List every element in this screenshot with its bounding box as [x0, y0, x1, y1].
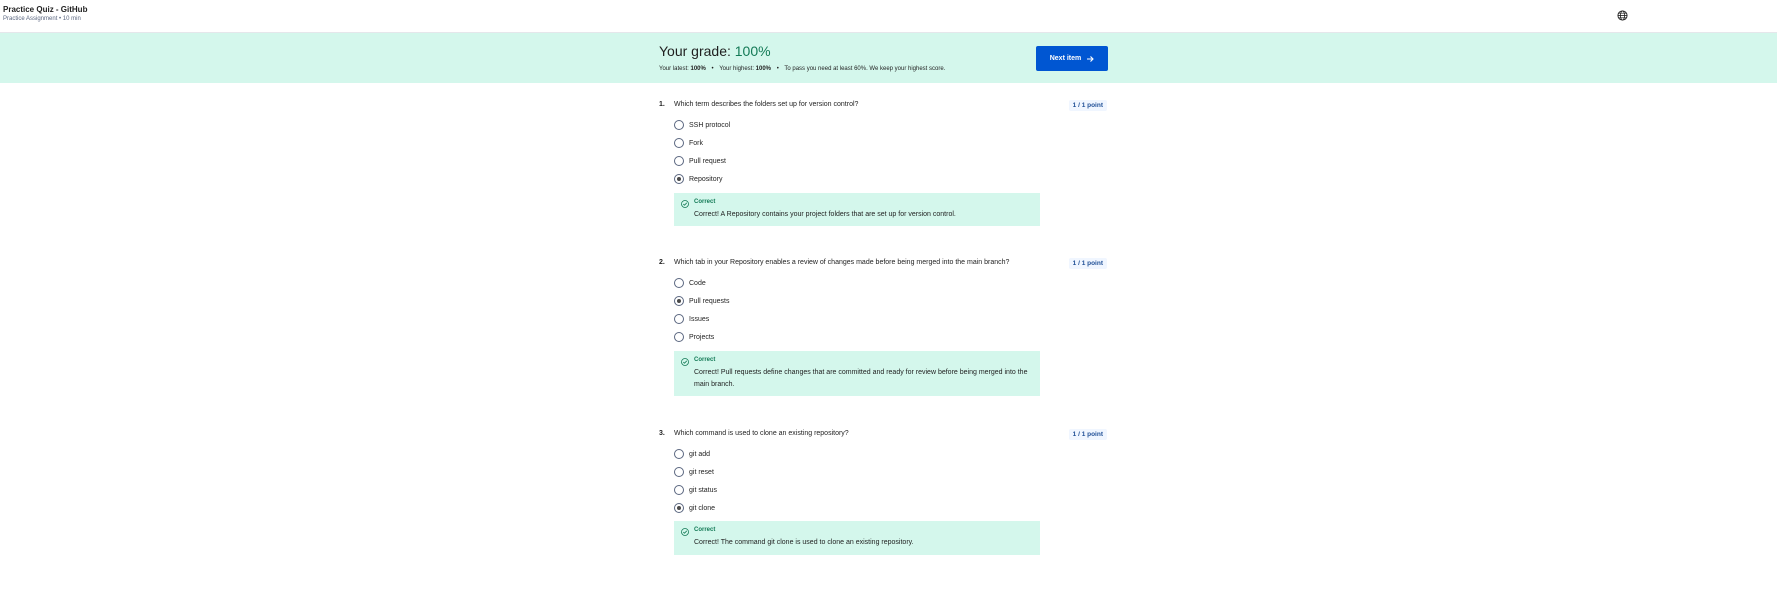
question-number: 3. — [659, 430, 665, 437]
grade-heading: Your grade: 100% — [659, 43, 771, 59]
feedback-title: Correct — [694, 357, 716, 363]
feedback-text: Correct! The command git clone is used t… — [694, 539, 914, 546]
option-label: Fork — [689, 139, 703, 147]
top-bar: Practice Quiz - GitHub Practice Assignme… — [0, 0, 1777, 33]
option-git-add[interactable]: git add — [674, 448, 710, 460]
question-text: Which tab in your Repository enables a r… — [674, 259, 1010, 266]
radio-button[interactable] — [674, 120, 684, 130]
option-code[interactable]: Code — [674, 277, 706, 289]
latest-label: Your latest: — [659, 66, 689, 72]
option-repository[interactable]: Repository — [674, 173, 722, 185]
check-circle-icon — [681, 358, 689, 366]
next-item-button[interactable]: Next item — [1036, 46, 1108, 71]
option-label: Projects — [689, 333, 715, 341]
option-git-reset[interactable]: git reset — [674, 466, 714, 478]
feedback-correct: Correct Correct! Pull requests define ch… — [674, 351, 1040, 396]
option-pull-requests[interactable]: Pull requests — [674, 295, 729, 307]
radio-button[interactable] — [674, 485, 684, 495]
points-badge: 1 / 1 point — [1068, 100, 1107, 111]
globe-icon[interactable] — [1617, 10, 1628, 21]
highest-label: Your highest: — [719, 66, 754, 72]
radio-button[interactable] — [674, 314, 684, 324]
page-title: Practice Quiz - GitHub — [3, 5, 88, 14]
page-subtitle: Practice Assignment • 10 min — [3, 16, 81, 22]
feedback-correct: Correct Correct! A Repository contains y… — [674, 193, 1040, 226]
option-label: SSH protocol — [689, 121, 731, 129]
option-label: git status — [689, 486, 718, 494]
option-label: Repository — [689, 175, 723, 183]
radio-button-selected[interactable] — [674, 296, 684, 306]
question-header: 2. Which tab in your Repository enables … — [659, 258, 1109, 271]
option-git-status[interactable]: git status — [674, 484, 717, 496]
grade-value: 100% — [734, 43, 771, 59]
next-item-label: Next item — [1049, 55, 1082, 62]
arrow-right-icon — [1087, 55, 1095, 62]
feedback-title: Correct — [694, 527, 716, 533]
points-badge: 1 / 1 point — [1068, 258, 1107, 269]
option-pull-request[interactable]: Pull request — [674, 155, 726, 167]
option-label: git clone — [689, 504, 716, 512]
question-text: Which term describes the folders set up … — [674, 101, 859, 108]
option-label: Code — [689, 279, 706, 287]
option-label: git reset — [689, 468, 714, 476]
feedback-text: Correct! A Repository contains your proj… — [694, 211, 956, 218]
radio-button[interactable] — [674, 156, 684, 166]
option-label: Pull requests — [689, 297, 730, 305]
radio-button[interactable] — [674, 278, 684, 288]
question-header: 3. Which command is used to clone an exi… — [659, 429, 1109, 442]
question-header: 1. Which term describes the folders set … — [659, 100, 1109, 113]
option-projects[interactable]: Projects — [674, 331, 714, 343]
option-label: Pull request — [689, 157, 726, 165]
option-label: git add — [689, 450, 711, 458]
points-badge: 1 / 1 point — [1068, 429, 1107, 440]
radio-button-selected[interactable] — [674, 174, 684, 184]
latest-value: 100% — [690, 66, 706, 72]
radio-button-selected[interactable] — [674, 503, 684, 513]
grade-banner — [0, 33, 1777, 83]
option-git-clone[interactable]: git clone — [674, 502, 715, 514]
radio-button[interactable] — [674, 332, 684, 342]
pass-note: To pass you need at least 60%. We keep y… — [784, 66, 946, 72]
feedback-text: Correct! Pull requests define changes th… — [694, 369, 1028, 388]
check-circle-icon — [681, 200, 689, 208]
highest-value: 100% — [755, 66, 772, 72]
question-number: 1. — [659, 101, 665, 108]
option-label: Issues — [689, 315, 710, 323]
radio-button[interactable] — [674, 138, 684, 148]
option-fork[interactable]: Fork — [674, 137, 703, 149]
grade-label: Your grade: — [659, 43, 735, 59]
grade-summary: Your latest: 100% • Your highest: 100% •… — [659, 66, 945, 72]
question-number: 2. — [659, 259, 665, 266]
separator-dot: • — [776, 66, 779, 72]
option-ssh-protocol[interactable]: SSH protocol — [674, 119, 730, 131]
radio-button[interactable] — [674, 449, 684, 459]
check-circle-icon — [681, 528, 689, 536]
radio-button[interactable] — [674, 467, 684, 477]
feedback-correct: Correct Correct! The command git clone i… — [674, 521, 1040, 555]
feedback-title: Correct — [694, 199, 716, 205]
option-issues[interactable]: Issues — [674, 313, 709, 325]
question-text: Which command is used to clone an existi… — [674, 430, 849, 437]
separator-dot: • — [711, 66, 714, 72]
